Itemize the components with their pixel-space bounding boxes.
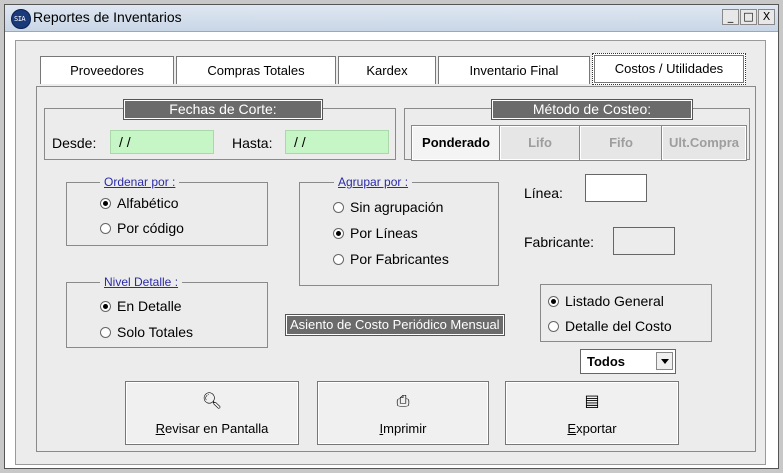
nivel-title: Nivel Detalle : [100, 275, 183, 289]
linea-input[interactable] [585, 174, 647, 202]
radio-unselected-icon [333, 253, 344, 265]
radio-unselected-icon [548, 320, 559, 332]
agrupar-lineas-radio[interactable]: Por Líneas [333, 225, 418, 241]
restore-button[interactable]: □ [740, 9, 757, 25]
todos-select-value: Todos [587, 354, 626, 369]
hasta-date-input[interactable]: / / [285, 130, 389, 154]
radio-unselected-icon [333, 201, 344, 213]
linea-label: Línea: [524, 185, 563, 201]
costeo-title: Método de Costeo: [491, 99, 693, 120]
ordenar-alfabetico-radio[interactable]: Alfabético [100, 195, 178, 211]
minimize-button[interactable]: _ [722, 9, 739, 25]
export-icon: ▤ [584, 391, 600, 410]
ordenar-title: Ordenar por : [100, 175, 180, 189]
close-button[interactable]: X [758, 9, 775, 25]
method-ultcompra-button[interactable]: Ult.Compra [661, 125, 747, 161]
method-lifo-button[interactable]: Lifo [499, 125, 581, 161]
fechas-title: Fechas de Corte: [123, 99, 323, 120]
tab-inventario-final[interactable]: Inventario Final [438, 56, 590, 84]
ordenar-group [66, 182, 268, 246]
fabricante-label: Fabricante: [524, 234, 595, 250]
agrupar-sin-radio[interactable]: Sin agrupación [333, 199, 443, 215]
nivel-detalle-radio[interactable]: En Detalle [100, 298, 182, 314]
radio-unselected-icon [100, 326, 111, 338]
radio-selected-icon [333, 227, 344, 239]
method-fifo-button[interactable]: Fifo [579, 125, 663, 161]
window-title: Reportes de Inventarios [33, 9, 182, 25]
app-logo-icon: SIA [11, 9, 31, 29]
fabricante-input[interactable] [613, 227, 675, 255]
method-ponderado-button[interactable]: Ponderado [411, 125, 501, 161]
asiento-costo-label[interactable]: Asiento de Costo Periódico Mensual [285, 314, 505, 336]
radio-selected-icon [100, 300, 111, 312]
revisar-pantalla-button[interactable]: 🔍︎ Revisar en Pantalla [125, 381, 299, 445]
ordenar-codigo-radio[interactable]: Por código [100, 220, 184, 236]
radio-selected-icon [548, 295, 559, 307]
agrupar-fabricantes-radio[interactable]: Por Fabricantes [333, 251, 449, 267]
radio-unselected-icon [100, 222, 111, 234]
nivel-totales-radio[interactable]: Solo Totales [100, 324, 193, 340]
chevron-down-icon[interactable] [656, 352, 673, 370]
detalle-costo-radio[interactable]: Detalle del Costo [548, 318, 672, 334]
title-bar[interactable]: SIA Reportes de Inventarios _ □ X [5, 5, 778, 32]
agrupar-title: Agrupar por : [334, 175, 413, 189]
listado-general-radio[interactable]: Listado General [548, 293, 664, 309]
todos-select[interactable]: Todos [580, 349, 676, 374]
tab-kardex[interactable]: Kardex [338, 56, 436, 84]
preview-icon: 🔍︎ [201, 391, 223, 410]
tab-proveedores[interactable]: Proveedores [40, 56, 174, 84]
tab-compras-totales[interactable]: Compras Totales [176, 56, 336, 84]
tab-costos-utilidades[interactable]: Costos / Utilidades [592, 53, 746, 85]
radio-selected-icon [100, 197, 111, 209]
imprimir-button[interactable]: ⎙ Imprimir [317, 381, 489, 445]
desde-label: Desde: [52, 135, 97, 151]
printer-icon: ⎙ [396, 391, 410, 410]
exportar-button[interactable]: ▤ Exportar [505, 381, 679, 445]
desde-date-input[interactable]: / / [110, 130, 214, 154]
hasta-label: Hasta: [232, 135, 273, 151]
